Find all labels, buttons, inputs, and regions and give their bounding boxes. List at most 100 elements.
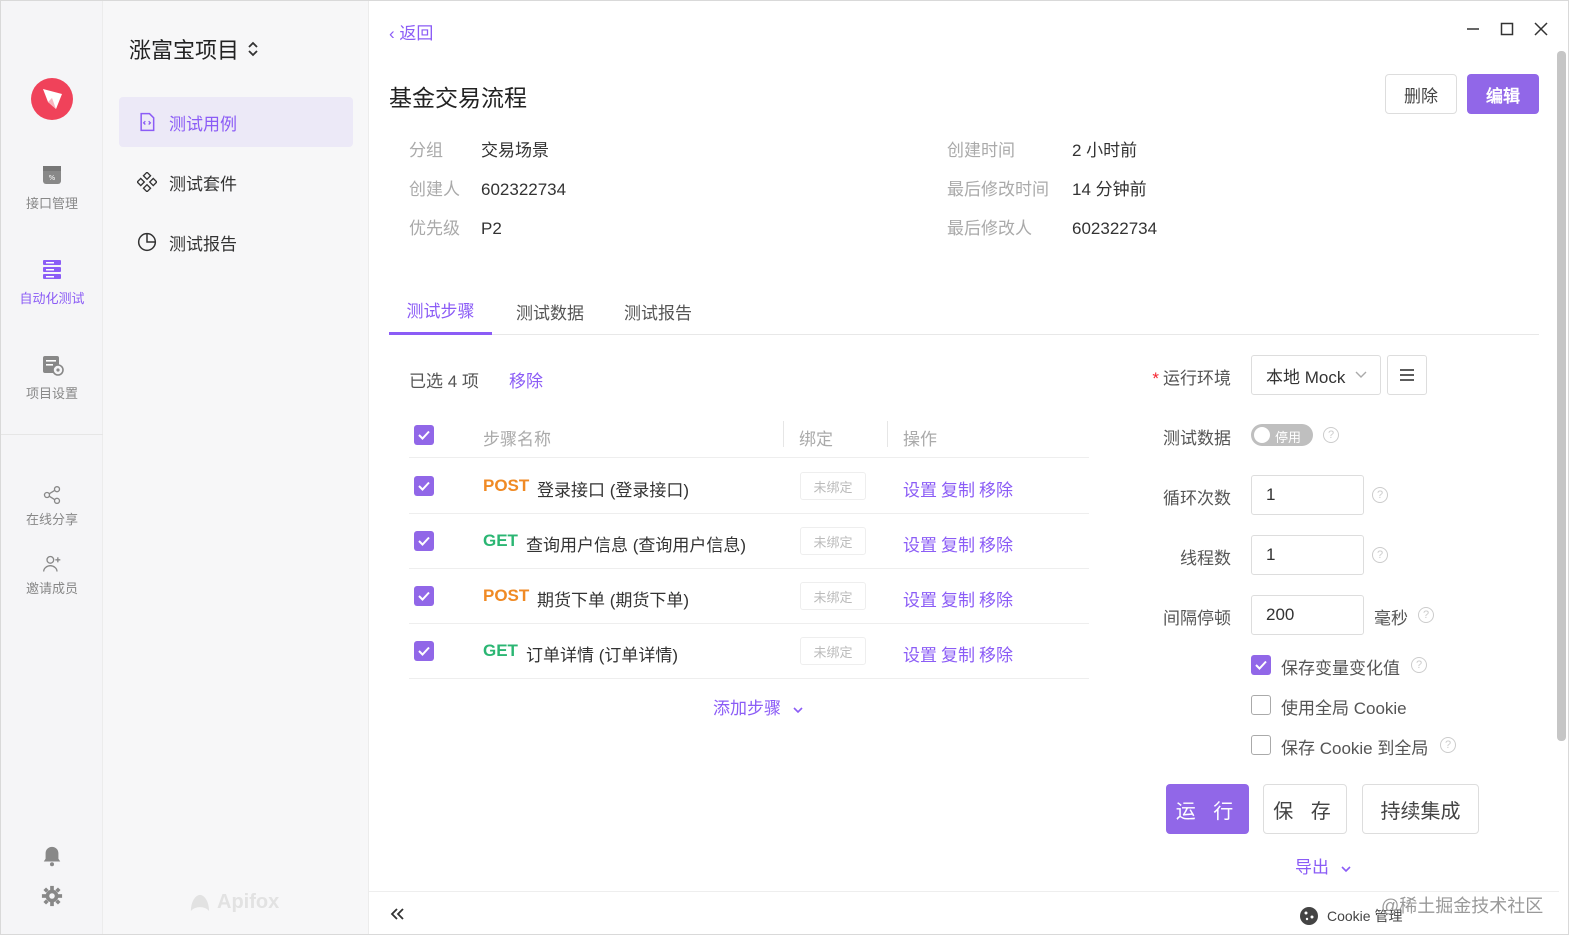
interval-label: 间隔停顿 — [1163, 609, 1231, 628]
loop-count-input[interactable]: 1 — [1251, 475, 1364, 515]
remove-selected-link[interactable]: 移除 — [509, 367, 543, 392]
set-link[interactable]: 设置 — [903, 536, 937, 555]
remove-link[interactable]: 移除 — [979, 536, 1013, 555]
set-link[interactable]: 设置 — [903, 591, 937, 610]
share-icon — [43, 486, 61, 504]
method-badge: GET — [483, 641, 518, 660]
row-ops: 设置 复制 移除 — [903, 531, 1017, 556]
scrollbar[interactable] — [1557, 51, 1566, 741]
loop-label: 循环次数 — [1163, 489, 1231, 508]
rail-item-share[interactable]: 在线分享 — [1, 485, 103, 528]
row-checkbox[interactable] — [414, 586, 434, 606]
header-ops: 操作 — [903, 430, 937, 449]
delete-button[interactable]: 删除 — [1385, 74, 1457, 114]
meta-priority: 优先级 P2 — [409, 219, 502, 238]
double-chevron-left-icon — [390, 908, 404, 920]
tab-test-steps[interactable]: 测试步骤 — [389, 287, 492, 335]
help-icon[interactable]: ? — [1372, 487, 1388, 503]
row-ops: 设置 复制 移除 — [903, 476, 1017, 501]
sidebar-item-test-suites[interactable]: 测试套件 — [119, 157, 353, 207]
table-row[interactable]: POST 登录接口 (登录接口) 未绑定 设置 复制 移除 — [409, 459, 1089, 514]
row-checkbox[interactable] — [414, 641, 434, 661]
env-select[interactable]: 本地 Mock — [1251, 355, 1381, 395]
close-icon[interactable] — [1533, 21, 1549, 37]
thread-count-input[interactable]: 1 — [1251, 535, 1364, 575]
sidebar-item-label: 测试套件 — [169, 174, 237, 194]
bind-status-tag[interactable]: 未绑定 — [800, 527, 866, 555]
option-checkbox[interactable] — [1251, 735, 1271, 755]
remove-link[interactable]: 移除 — [979, 591, 1013, 610]
project-switcher[interactable]: 涨富宝项目 — [129, 33, 259, 65]
chevron-down-icon — [1341, 866, 1351, 873]
meta-group: 分组 交易场景 — [409, 141, 549, 160]
tab-test-data[interactable]: 测试数据 — [502, 287, 598, 335]
brand-watermark: Apifox — [189, 891, 279, 914]
remove-link[interactable]: 移除 — [979, 646, 1013, 665]
select-all-checkbox[interactable] — [414, 425, 434, 445]
step-name: 登录接口 (登录接口) — [537, 481, 690, 500]
help-icon[interactable]: ? — [1323, 427, 1339, 443]
interval-input[interactable]: 200 — [1251, 595, 1364, 635]
save-button[interactable]: 保 存 — [1263, 784, 1347, 834]
back-link[interactable]: ‹ 返回 — [389, 19, 433, 44]
test-report-icon — [137, 232, 157, 252]
remove-link[interactable]: 移除 — [979, 481, 1013, 500]
rail-item-invite[interactable]: 邀请成员 — [1, 554, 103, 597]
run-button[interactable]: 运 行 — [1166, 784, 1249, 834]
rail-item-automation[interactable]: 自动化测试 — [1, 258, 103, 307]
gear-icon[interactable] — [41, 885, 63, 907]
export-button[interactable]: 导出 — [1295, 853, 1352, 878]
edit-button[interactable]: 编辑 — [1467, 74, 1539, 114]
bind-status-tag[interactable]: 未绑定 — [800, 582, 866, 610]
tab-bar: 测试步骤 测试数据 测试报告 — [389, 287, 1539, 335]
cookie-icon — [1300, 907, 1318, 925]
table-header: 步骤名称 绑定 操作 — [409, 411, 1089, 458]
app-window: % 接口管理 自动化测试 项目设置 在线分享 邀请成员 涨富宝项目 测试用例 测… — [0, 0, 1569, 935]
ci-button[interactable]: 持续集成 — [1362, 784, 1479, 834]
help-icon[interactable]: ? — [1411, 657, 1427, 673]
help-icon[interactable]: ? — [1440, 737, 1456, 753]
method-badge: POST — [483, 476, 530, 495]
minimize-icon[interactable] — [1465, 21, 1481, 37]
menu-icon — [1400, 369, 1414, 381]
help-icon[interactable]: ? — [1372, 547, 1388, 563]
check-icon — [418, 646, 430, 656]
check-icon — [418, 481, 430, 491]
bell-icon[interactable] — [41, 844, 63, 868]
maximize-icon[interactable] — [1499, 21, 1515, 37]
sidebar-item-test-cases[interactable]: 测试用例 — [119, 97, 353, 147]
rail-item-api[interactable]: % 接口管理 — [1, 163, 103, 212]
table-row[interactable]: POST 期货下单 (期货下单) 未绑定 设置 复制 移除 — [409, 569, 1089, 624]
option-checkbox[interactable] — [1251, 695, 1271, 715]
step-name: 订单详情 (订单详情) — [526, 646, 679, 665]
row-checkbox[interactable] — [414, 531, 434, 551]
add-step-button[interactable]: 添加步骤 — [713, 694, 804, 719]
copy-link[interactable]: 复制 — [941, 646, 975, 665]
window-controls — [1465, 21, 1549, 37]
method-badge: POST — [483, 586, 530, 605]
copy-link[interactable]: 复制 — [941, 536, 975, 555]
bind-status-tag[interactable]: 未绑定 — [800, 637, 866, 665]
table-row[interactable]: GET 订单详情 (订单详情) 未绑定 设置 复制 移除 — [409, 624, 1089, 679]
set-link[interactable]: 设置 — [903, 481, 937, 500]
test-data-toggle[interactable]: 停用 — [1251, 424, 1313, 446]
meta-created-time: 创建时间 2 小时前 — [947, 141, 1138, 160]
test-data-label: 测试数据 — [1163, 429, 1231, 448]
help-icon[interactable]: ? — [1418, 607, 1434, 623]
sidebar-item-test-reports[interactable]: 测试报告 — [119, 217, 353, 267]
copy-link[interactable]: 复制 — [941, 591, 975, 610]
copy-link[interactable]: 复制 — [941, 481, 975, 500]
env-menu-button[interactable] — [1387, 355, 1427, 395]
invite-icon — [43, 555, 61, 572]
table-row[interactable]: GET 查询用户信息 (查询用户信息) 未绑定 设置 复制 移除 — [409, 514, 1089, 569]
set-link[interactable]: 设置 — [903, 646, 937, 665]
rail-item-project-settings[interactable]: 项目设置 — [1, 353, 103, 402]
bind-status-tag[interactable]: 未绑定 — [800, 472, 866, 500]
check-icon — [418, 536, 430, 546]
collapse-sidebar-button[interactable] — [389, 904, 405, 927]
option-checkbox[interactable] — [1251, 655, 1271, 675]
column-divider — [887, 421, 888, 447]
toggle-knob — [1254, 427, 1270, 443]
row-checkbox[interactable] — [414, 476, 434, 496]
tab-test-report[interactable]: 测试报告 — [610, 287, 706, 335]
